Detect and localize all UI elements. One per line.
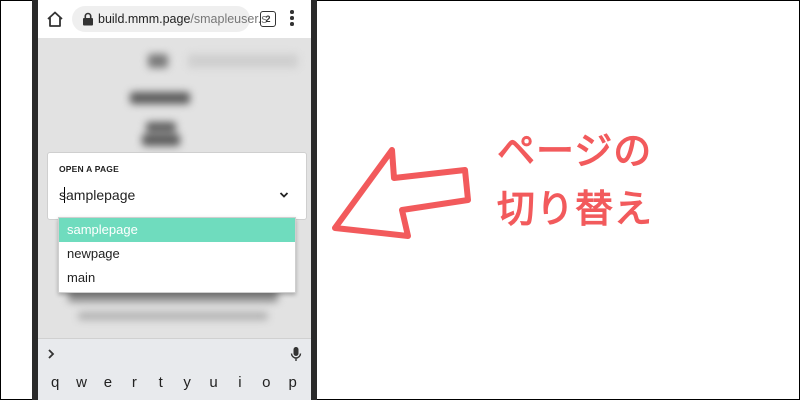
keyboard-toolbar <box>38 338 311 369</box>
page-select-value: samplepage <box>59 187 136 203</box>
phone-screenshot: build.mmm.page/smapleuser.s 2 OPEN A PAG… <box>32 0 317 400</box>
phone-screen: build.mmm.page/smapleuser.s 2 OPEN A PAG… <box>38 0 311 400</box>
more-menu-icon[interactable] <box>290 10 294 28</box>
annotation-line-1: ページの <box>497 129 653 173</box>
annotation-line-2: 切り替え <box>497 187 654 231</box>
url-path: /smapleuser.s <box>190 12 268 26</box>
lock-icon <box>83 12 93 26</box>
url-text: build.mmm.page/smapleuser.s <box>98 12 268 26</box>
key-o[interactable]: o <box>253 374 279 391</box>
keyboard-row: q w e r t y u i o p <box>42 374 306 391</box>
home-icon[interactable] <box>46 10 64 28</box>
dropdown-option-samplepage[interactable]: samplepage <box>59 218 295 242</box>
annotation-arrow-icon <box>332 147 471 239</box>
key-r[interactable]: r <box>121 374 147 391</box>
key-t[interactable]: t <box>148 374 174 391</box>
key-q[interactable]: q <box>42 374 68 391</box>
dropdown-option-main[interactable]: main <box>59 266 295 290</box>
url-domain: build.mmm.page <box>98 12 191 26</box>
open-page-label: OPEN A PAGE <box>59 164 119 174</box>
url-field[interactable]: build.mmm.page/smapleuser.s <box>72 6 268 32</box>
mic-icon[interactable] <box>290 346 302 362</box>
browser-address-bar: build.mmm.page/smapleuser.s 2 <box>38 0 311 39</box>
tab-count-button[interactable]: 2 <box>260 11 276 27</box>
open-page-panel: OPEN A PAGE samplepage <box>47 152 307 220</box>
key-u[interactable]: u <box>200 374 226 391</box>
key-w[interactable]: w <box>68 374 94 391</box>
page-dropdown-list: samplepage newpage main <box>58 217 296 293</box>
dropdown-option-newpage[interactable]: newpage <box>59 242 295 266</box>
keyboard: q w e r t y u i o p <box>38 368 311 400</box>
chevron-right-icon[interactable] <box>44 347 58 361</box>
key-y[interactable]: y <box>174 374 200 391</box>
key-p[interactable]: p <box>280 374 306 391</box>
annotation-text: ページの 切り替え <box>497 122 747 238</box>
page-select[interactable]: samplepage <box>59 183 293 209</box>
key-e[interactable]: e <box>95 374 121 391</box>
chevron-down-icon <box>279 192 289 198</box>
key-i[interactable]: i <box>227 374 253 391</box>
